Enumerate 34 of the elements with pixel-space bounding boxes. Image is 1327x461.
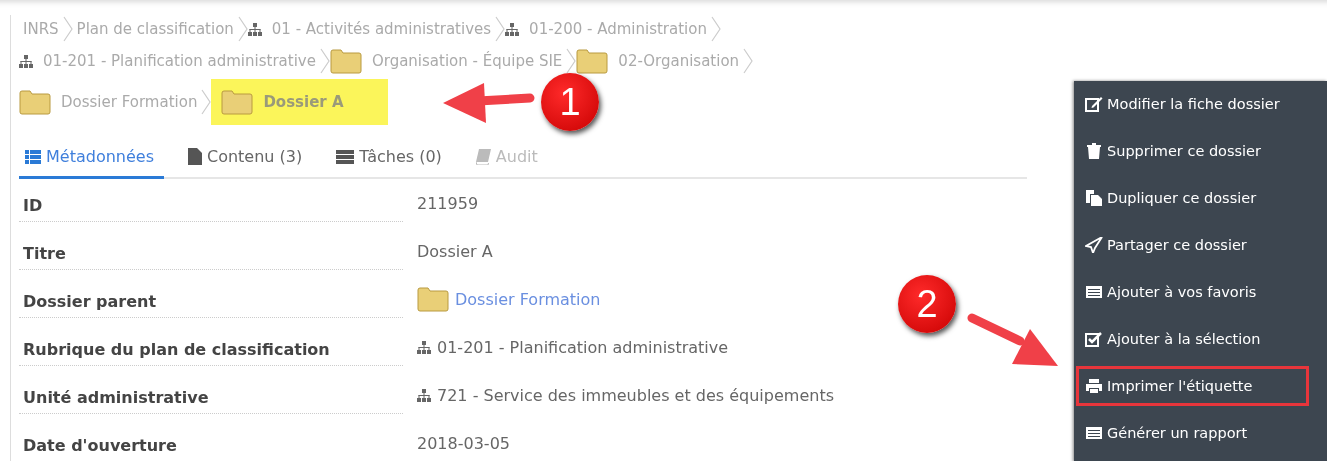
tab[interactable]: Métadonnées xyxy=(19,141,164,179)
breadcrumb-link[interactable]: Organisation - Équipe SIE xyxy=(371,52,563,70)
breadcrumb-link[interactable]: 02-Organisation xyxy=(618,52,740,70)
field-value: Dossier A xyxy=(417,241,493,261)
breadcrumb-link[interactable]: 01-201 - Planification administrative xyxy=(43,52,316,70)
step-number-badge: 1 xyxy=(541,73,599,131)
breadcrumb-link[interactable]: INRS xyxy=(23,20,59,38)
breadcrumb-link[interactable]: Dossier Formation xyxy=(61,93,198,111)
field-value: 721 - Service des immeubles et des équipements xyxy=(437,385,834,405)
field-label: Date d'ouverture xyxy=(19,424,403,461)
field-label: ID xyxy=(19,184,403,222)
menu-item[interactable]: Imprimer l'étiquette xyxy=(1076,366,1309,406)
folder-link[interactable]: Dossier Formation xyxy=(455,289,601,309)
menu-item[interactable]: Partager ce dossier xyxy=(1076,225,1309,265)
field-label: Unité administrative xyxy=(19,376,403,414)
field-value: 2018-03-05 xyxy=(417,433,510,453)
field-label: Titre xyxy=(19,232,403,270)
menu-item[interactable]: Générer un rapport xyxy=(1076,413,1309,453)
breadcrumb-link[interactable]: Dossier A xyxy=(263,93,344,111)
menu-item[interactable]: Ajouter à la sélection xyxy=(1076,319,1309,359)
field-value: 01-201 - Planification administrative xyxy=(437,337,729,357)
field-label: Dossier parent xyxy=(19,280,403,318)
breadcrumb-link[interactable]: 01-200 - Administration xyxy=(529,20,707,38)
breadcrumb-link[interactable]: 01 - Activités administratives xyxy=(271,20,492,38)
step-number-badge: 2 xyxy=(898,275,956,333)
menu-item[interactable]: Ajouter à vos favoris xyxy=(1076,272,1309,312)
field-label: Rubrique du plan de classification xyxy=(19,328,403,366)
menu-item[interactable]: Supprimer ce dossier xyxy=(1076,131,1309,171)
tab[interactable]: Contenu (3) xyxy=(182,141,313,179)
menu-item[interactable]: Modifier la fiche dossier xyxy=(1076,84,1309,124)
tab[interactable]: Tâches (0) xyxy=(330,141,452,179)
breadcrumb-link[interactable]: Plan de classification xyxy=(76,20,234,38)
menu-item[interactable]: Dupliquer ce dossier xyxy=(1076,178,1309,218)
field-value: 211959 xyxy=(417,193,479,213)
